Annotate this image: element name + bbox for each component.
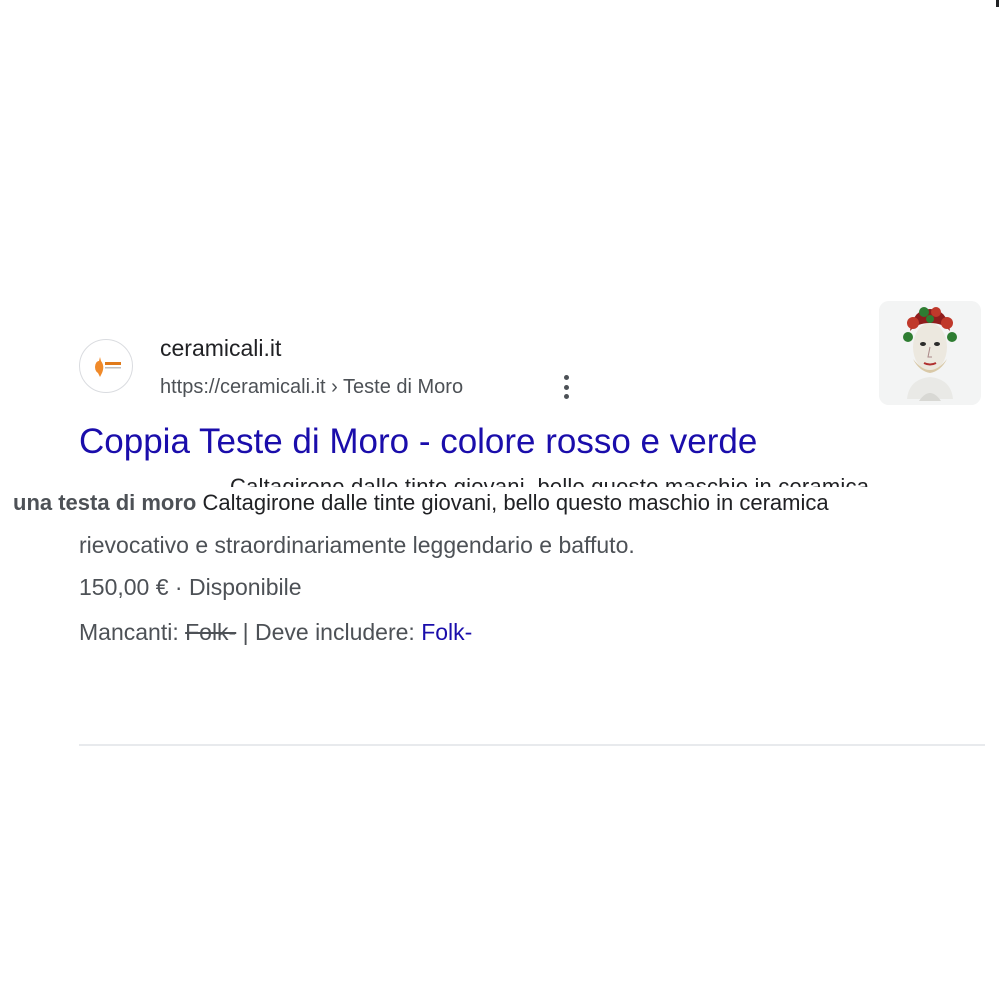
must-include-link[interactable]: Folk- [421,619,472,645]
more-options-button[interactable] [556,372,576,402]
snippet-bold-keywords: una testa di moro [13,490,197,515]
missing-term: Folk- [185,619,237,645]
missing-terms-row: Mancanti: Folk- | Deve includere: Folk- [79,617,472,647]
missing-label: Mancanti: [79,619,186,645]
snippet-line-1-text: Caltagirone dalle tinte giovani, bello q… [196,490,829,515]
price-separator: · [168,574,189,600]
site-name[interactable]: ceramicali.it [160,333,281,363]
site-favicon[interactable] [79,339,133,393]
vase-logo-icon [95,357,121,377]
price-availability-row: 150,00 € · Disponibile [79,572,302,602]
price: 150,00 € [79,574,169,600]
search-results-page: ceramicali.it https://ceramicali.it › Te… [0,0,1000,1000]
ceramic-head-image [879,301,981,405]
breadcrumb-separator: › [325,376,344,398]
breadcrumb[interactable]: https://ceramicali.it › Teste di Moro [160,373,463,401]
breadcrumb-path: Teste di Moro [343,376,464,398]
result-title-link[interactable]: Coppia Teste di Moro - colore rosso e ve… [79,420,757,464]
availability: Disponibile [188,574,302,600]
corner-mark [996,0,999,7]
snippet-line-2: rievocativo e straordinariamente leggend… [79,532,635,558]
result-divider [79,744,985,746]
result-thumbnail[interactable] [879,301,981,405]
three-dots-vertical-icon [563,375,569,380]
must-include-label: | Deve includere: [236,619,422,645]
snippet-line-1: una testa di moro Caltagirone dalle tint… [13,488,829,518]
overlapped-snippet-text: Caltagirone dalle tinte giovani, bello q… [230,475,869,487]
breadcrumb-url: https://ceramicali.it [160,376,326,398]
